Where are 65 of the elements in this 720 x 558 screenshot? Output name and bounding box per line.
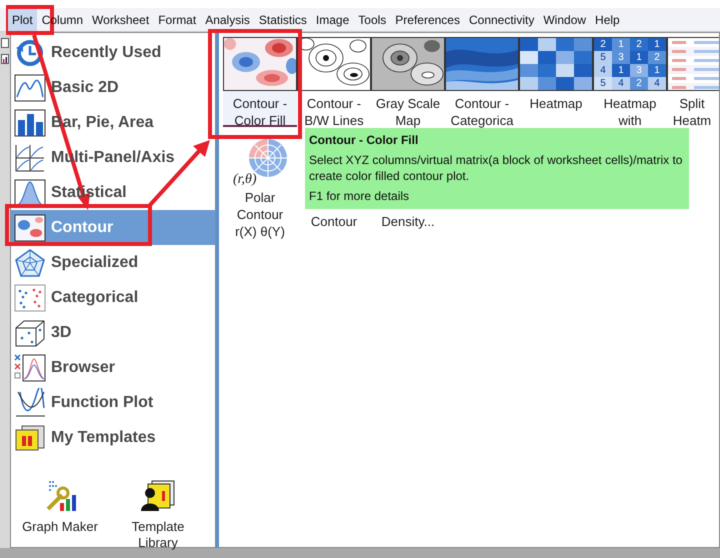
category-item[interactable]: Recently Used	[11, 35, 215, 70]
gallery-item[interactable]: Contour - Categorica	[445, 35, 519, 127]
menu-item[interactable]: Worksheet	[88, 8, 154, 30]
cube-icon	[14, 318, 46, 348]
tool-button[interactable]: Template Library	[113, 479, 203, 551]
cell-value: 2	[599, 38, 607, 51]
category-item[interactable]: My Templates	[11, 420, 215, 455]
cell-value: 2	[635, 77, 643, 90]
gallery-item[interactable]: (r,θ) Polar Contour r(X) θ(Y)	[223, 137, 297, 255]
cell-value: 2	[653, 51, 661, 64]
cell-value: 1	[653, 38, 661, 51]
menu-item[interactable]: Statistics	[254, 8, 311, 30]
cell-value: 3	[635, 64, 643, 77]
document-icon[interactable]	[1, 38, 9, 48]
cell-value: 1	[617, 38, 625, 51]
cell-value: 1	[617, 64, 625, 77]
function-curve-icon	[14, 388, 46, 418]
gallery-item[interactable]: 2 1 2 1 5 3 1 2 4 1 3 1 5 4 2 4 Heatmap with	[593, 35, 667, 127]
category-item[interactable]: Categorical	[11, 280, 215, 315]
gallery-item[interactable]: Contour - Color Fill	[223, 35, 297, 127]
icon-label: (r,θ)	[233, 172, 257, 187]
bar-chart-icon	[14, 108, 46, 138]
multi-panel-icon	[14, 142, 46, 172]
tool-button[interactable]: Graph Maker	[15, 479, 105, 551]
tooltip-title: Contour - Color Fill	[309, 132, 420, 148]
line-chart-icon	[14, 72, 46, 102]
cell-value: 5	[599, 77, 607, 90]
category-item[interactable]: Browser	[11, 350, 215, 385]
menu-item[interactable]: Connectivity	[464, 8, 538, 30]
gallery-item[interactable]: Split Heatm	[667, 35, 719, 127]
menu-item[interactable]: Preferences	[391, 8, 464, 30]
gallery-item[interactable]: Heatmap	[519, 35, 593, 127]
cell-value: 4	[617, 77, 625, 90]
menu-item[interactable]: Window	[539, 8, 590, 30]
category-item[interactable]: 3D	[11, 315, 215, 350]
menu-item[interactable]: Format	[154, 8, 200, 30]
gallery-label[interactable]: Density...	[371, 213, 445, 233]
chart-icon[interactable]	[1, 54, 9, 64]
category-item[interactable]: Function Plot	[11, 385, 215, 420]
gallery-item[interactable]: Contour - B/W Lines	[297, 35, 371, 127]
menu-item[interactable]: Analysis	[201, 8, 254, 30]
category-item[interactable]: Basic 2D	[11, 70, 215, 105]
cell-value: 1	[653, 64, 661, 77]
menu-item[interactable]: Help	[591, 8, 624, 30]
gallery-label[interactable]: Contour	[297, 213, 371, 233]
cell-value: 1	[635, 51, 643, 64]
tooltip-hint: F1 for more details	[309, 188, 410, 204]
browser-icon	[14, 352, 46, 382]
cell-value: 3	[617, 51, 625, 64]
gallery-item[interactable]: Gray Scale Map	[371, 35, 445, 127]
cell-value: 2	[635, 38, 643, 51]
cell-value: 4	[599, 64, 607, 77]
pentagon-icon	[14, 248, 46, 278]
tooltip-description: Select XYZ columns/virtual matrix(a block of worksheet cells)/matrix to create color filled contour plot.	[309, 152, 684, 184]
folder-icon	[14, 422, 46, 452]
contour-icon	[14, 212, 46, 242]
clock-icon	[14, 38, 46, 68]
menu-item[interactable]: Plot	[8, 8, 37, 30]
person-folder-icon	[140, 479, 176, 513]
scatter-icon	[14, 282, 46, 312]
cell-value: 4	[653, 77, 661, 90]
menu-item[interactable]: Image	[312, 8, 354, 30]
category-item[interactable]: Specialized	[11, 245, 215, 280]
cell-value: 5	[599, 51, 607, 64]
menu-item[interactable]: Tools	[354, 8, 390, 30]
